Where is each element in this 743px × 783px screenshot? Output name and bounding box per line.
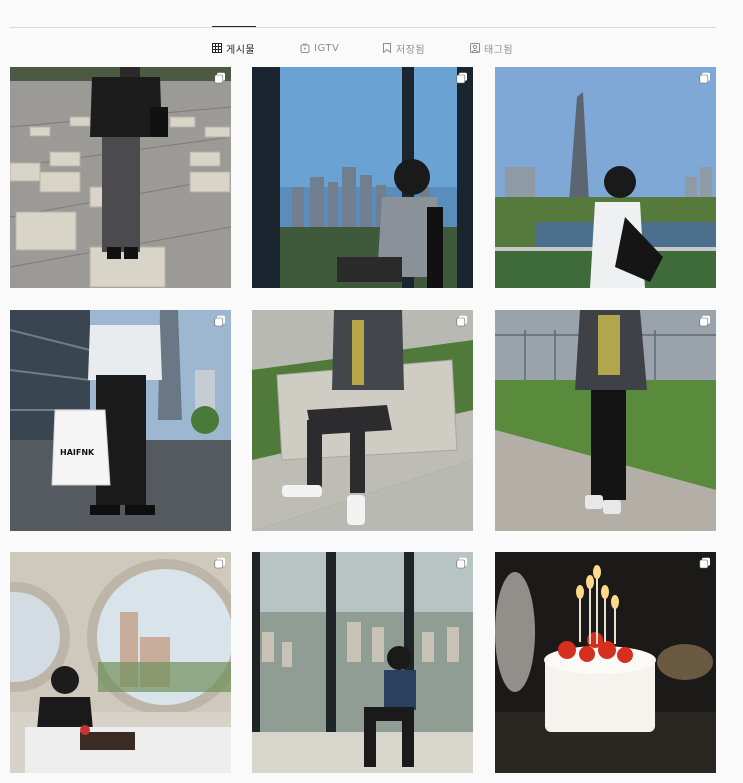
post-thumbnail-7[interactable] [10, 552, 231, 773]
grid-icon [212, 43, 222, 53]
tab-posts[interactable]: 게시물 [212, 40, 255, 56]
post-thumbnail-3[interactable] [495, 67, 716, 288]
tab-saved-label: 저장됨 [396, 44, 426, 56]
multiple-photos-icon [214, 557, 225, 569]
shopping-bag-brand: HAIFNK [60, 448, 95, 457]
post-image [252, 67, 473, 288]
post-thumbnail-1[interactable] [10, 67, 231, 288]
post-thumbnail-5[interactable] [252, 310, 473, 531]
post-thumbnail-8[interactable] [252, 552, 473, 773]
active-tab-indicator [212, 26, 256, 27]
multiple-photos-icon [456, 557, 467, 569]
tab-tagged[interactable]: 태그됨 [470, 40, 513, 56]
tab-posts-label: 게시물 [226, 44, 256, 56]
tab-saved[interactable]: 저장됨 [382, 40, 425, 56]
multiple-photos-icon [456, 72, 467, 84]
multiple-photos-icon [699, 315, 710, 327]
multiple-photos-icon [214, 315, 225, 327]
post-image [252, 552, 473, 773]
post-image [252, 310, 473, 531]
igtv-icon [300, 43, 310, 53]
post-thumbnail-2[interactable] [252, 67, 473, 288]
post-thumbnail-6[interactable] [495, 310, 716, 531]
profile-tabs-divider [10, 27, 716, 28]
post-thumbnail-9[interactable] [495, 552, 716, 773]
post-image [10, 552, 231, 773]
post-image [495, 310, 716, 531]
multiple-photos-icon [699, 557, 710, 569]
multiple-photos-icon [699, 72, 710, 84]
bookmark-icon [383, 43, 391, 53]
profile-tabs: 게시물 IGTV 저장됨 태그됨 [0, 40, 743, 56]
tab-igtv-label: IGTV [314, 42, 340, 54]
tab-igtv[interactable]: IGTV [300, 40, 339, 56]
post-image [495, 67, 716, 288]
tab-tagged-label: 태그됨 [484, 44, 514, 56]
multiple-photos-icon [456, 315, 467, 327]
post-thumbnail-4[interactable]: HAIFNK [10, 310, 231, 531]
tagged-icon [470, 43, 480, 53]
multiple-photos-icon [214, 72, 225, 84]
post-image [10, 67, 231, 288]
post-image [495, 552, 716, 773]
post-image: HAIFNK [10, 310, 231, 531]
